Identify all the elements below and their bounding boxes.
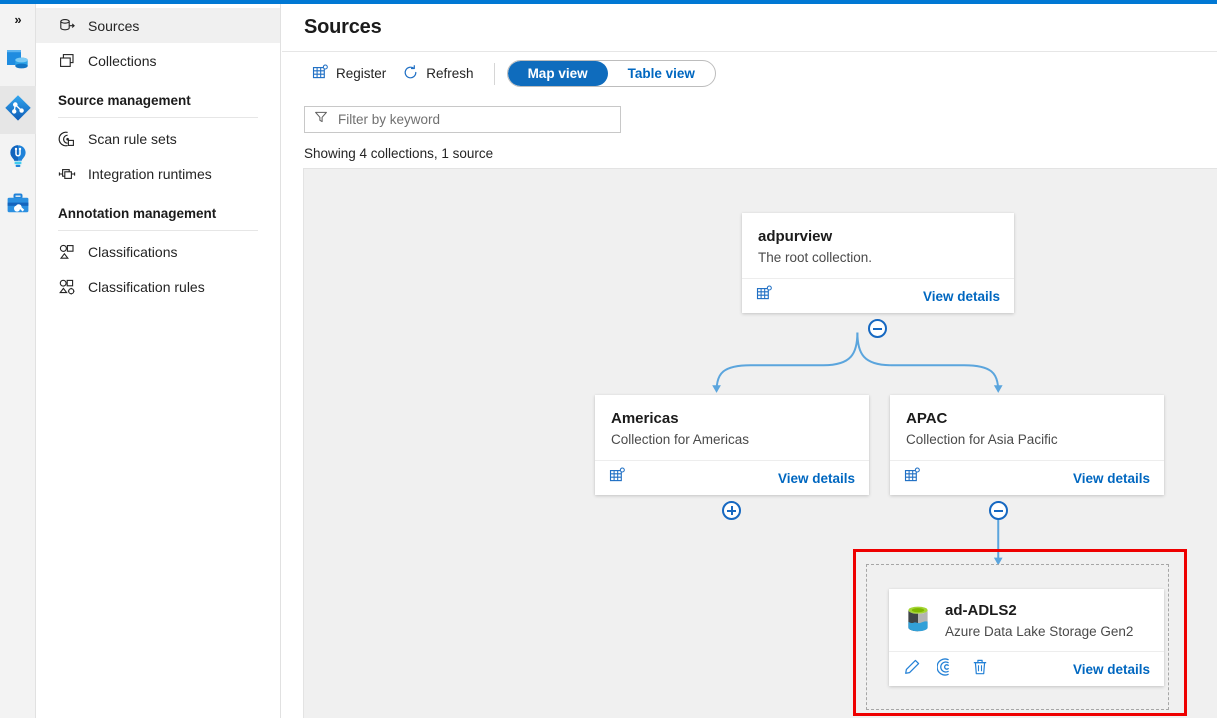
sidebar-section-title: Source management: [58, 93, 191, 108]
delete-source-icon[interactable]: [971, 658, 989, 681]
card-footer: View details: [742, 278, 1014, 313]
card-footer: View details: [889, 651, 1164, 686]
result-count-label: Showing 4 collections, 1 source: [304, 146, 493, 161]
add-collection-icon[interactable]: [904, 467, 921, 489]
management-icon: [5, 192, 31, 221]
sidebar-item-label: Scan rule sets: [88, 131, 177, 147]
source-card-ad-adls2[interactable]: ad-ADLS2 Azure Data Lake Storage Gen2: [889, 589, 1164, 686]
card-subtitle: Collection for Asia Pacific: [906, 431, 1148, 448]
register-button[interactable]: Register: [304, 61, 394, 87]
scan-source-icon[interactable]: [937, 658, 955, 681]
refresh-button[interactable]: Refresh: [394, 61, 481, 87]
sidebar-item-label: Sources: [88, 18, 139, 34]
adls-gen2-icon: [903, 604, 933, 641]
rail-item-management[interactable]: [0, 182, 36, 230]
data-map-icon: [4, 94, 32, 127]
rail-item-data-map[interactable]: [0, 86, 36, 134]
sidebar-item-sources[interactable]: Sources: [36, 8, 280, 43]
card-actions: [904, 467, 921, 489]
collections-map-canvas[interactable]: adpurview The root collection. Vi: [303, 168, 1217, 718]
collapse-toggle-apac[interactable]: [989, 501, 1008, 520]
sources-icon: [58, 17, 76, 35]
filter-box[interactable]: [304, 106, 621, 133]
card-footer: View details: [595, 460, 869, 495]
card-body: Americas Collection for Americas: [595, 395, 869, 460]
edit-source-icon[interactable]: [903, 658, 921, 681]
tab-table-view[interactable]: Table view: [608, 61, 715, 86]
sidebar-item-label: Integration runtimes: [88, 166, 212, 182]
sidebar-item-integration-runtimes[interactable]: Integration runtimes: [36, 156, 280, 191]
sidebar-section-divider: [58, 230, 258, 231]
tab-map-view[interactable]: Map view: [508, 61, 608, 86]
view-details-link[interactable]: View details: [778, 471, 855, 486]
card-title: ad-ADLS2: [945, 601, 1133, 620]
add-collection-icon[interactable]: [609, 467, 626, 489]
command-bar-divider: [282, 51, 1217, 52]
filter-icon: [314, 110, 328, 129]
command-bar-separator: [494, 63, 495, 85]
card-footer: View details: [890, 460, 1164, 495]
sidebar-section-title: Annotation management: [58, 206, 216, 221]
card-title: Americas: [611, 409, 853, 428]
sidebar-item-scan-rule-sets[interactable]: Scan rule sets: [36, 121, 280, 156]
view-details-link[interactable]: View details: [1073, 662, 1150, 677]
classification-rules-icon: [58, 278, 76, 296]
expand-toggle-americas[interactable]: [722, 501, 741, 520]
rail-item-insights[interactable]: [0, 134, 36, 182]
sidebar-section-divider: [58, 117, 258, 118]
classifications-icon: [58, 243, 76, 261]
integration-runtimes-icon: [58, 165, 76, 183]
sidebar-section-annotation-management: Annotation management: [36, 191, 280, 225]
card-body: APAC Collection for Asia Pacific: [890, 395, 1164, 460]
view-details-link[interactable]: View details: [1073, 471, 1150, 486]
sidebar-item-collections[interactable]: Collections: [36, 43, 280, 78]
search-input[interactable]: [336, 111, 611, 128]
card-body: ad-ADLS2 Azure Data Lake Storage Gen2: [889, 589, 1164, 651]
sidebar-nav-panel: Sources Collections Source management: [36, 4, 281, 718]
data-catalog-icon: [5, 47, 31, 78]
card-subtitle: Collection for Americas: [611, 431, 853, 448]
register-icon: [312, 64, 329, 84]
sidebar-section-source-management: Source management: [36, 78, 280, 112]
card-actions: [903, 658, 989, 681]
sidebar-item-label: Classification rules: [88, 279, 205, 295]
card-title: APAC: [906, 409, 1148, 428]
view-toggle: Map view Table view: [507, 60, 716, 87]
collapse-toggle-adpurview[interactable]: [868, 319, 887, 338]
collections-icon: [58, 52, 76, 70]
collection-card-apac[interactable]: APAC Collection for Asia Pacific: [890, 395, 1164, 495]
left-icon-rail: »: [0, 4, 36, 718]
card-title: adpurview: [758, 227, 998, 246]
sidebar-item-classifications[interactable]: Classifications: [36, 234, 280, 269]
command-bar: Register Refresh Map view Table view: [304, 60, 716, 87]
sidebar-item-label: Classifications: [88, 244, 177, 260]
minus-icon: [873, 328, 882, 330]
card-body: adpurview The root collection.: [742, 213, 1014, 278]
collection-card-adpurview[interactable]: adpurview The root collection. Vi: [742, 213, 1014, 313]
card-actions: [756, 285, 773, 307]
scan-rule-sets-icon: [58, 130, 76, 148]
view-details-link[interactable]: View details: [923, 289, 1000, 304]
rail-item-data-catalog[interactable]: [0, 38, 36, 86]
insights-icon: [6, 143, 30, 174]
minus-icon: [994, 510, 1003, 512]
add-collection-icon[interactable]: [756, 285, 773, 307]
sidebar-item-classification-rules[interactable]: Classification rules: [36, 269, 280, 304]
refresh-label: Refresh: [426, 66, 473, 81]
rail-expand-button[interactable]: »: [0, 4, 36, 34]
refresh-icon: [402, 64, 419, 84]
collection-card-americas[interactable]: Americas Collection for Americas: [595, 395, 869, 495]
main-content: Sources Register: [282, 4, 1217, 718]
card-actions: [609, 467, 626, 489]
page-title: Sources: [304, 16, 382, 39]
card-subtitle: The root collection.: [758, 249, 998, 266]
register-label: Register: [336, 66, 386, 81]
sidebar-item-label: Collections: [88, 53, 156, 69]
purview-sources-page: »: [0, 0, 1217, 718]
card-subtitle: Azure Data Lake Storage Gen2: [945, 623, 1133, 640]
plus-icon-vertical: [731, 506, 733, 515]
